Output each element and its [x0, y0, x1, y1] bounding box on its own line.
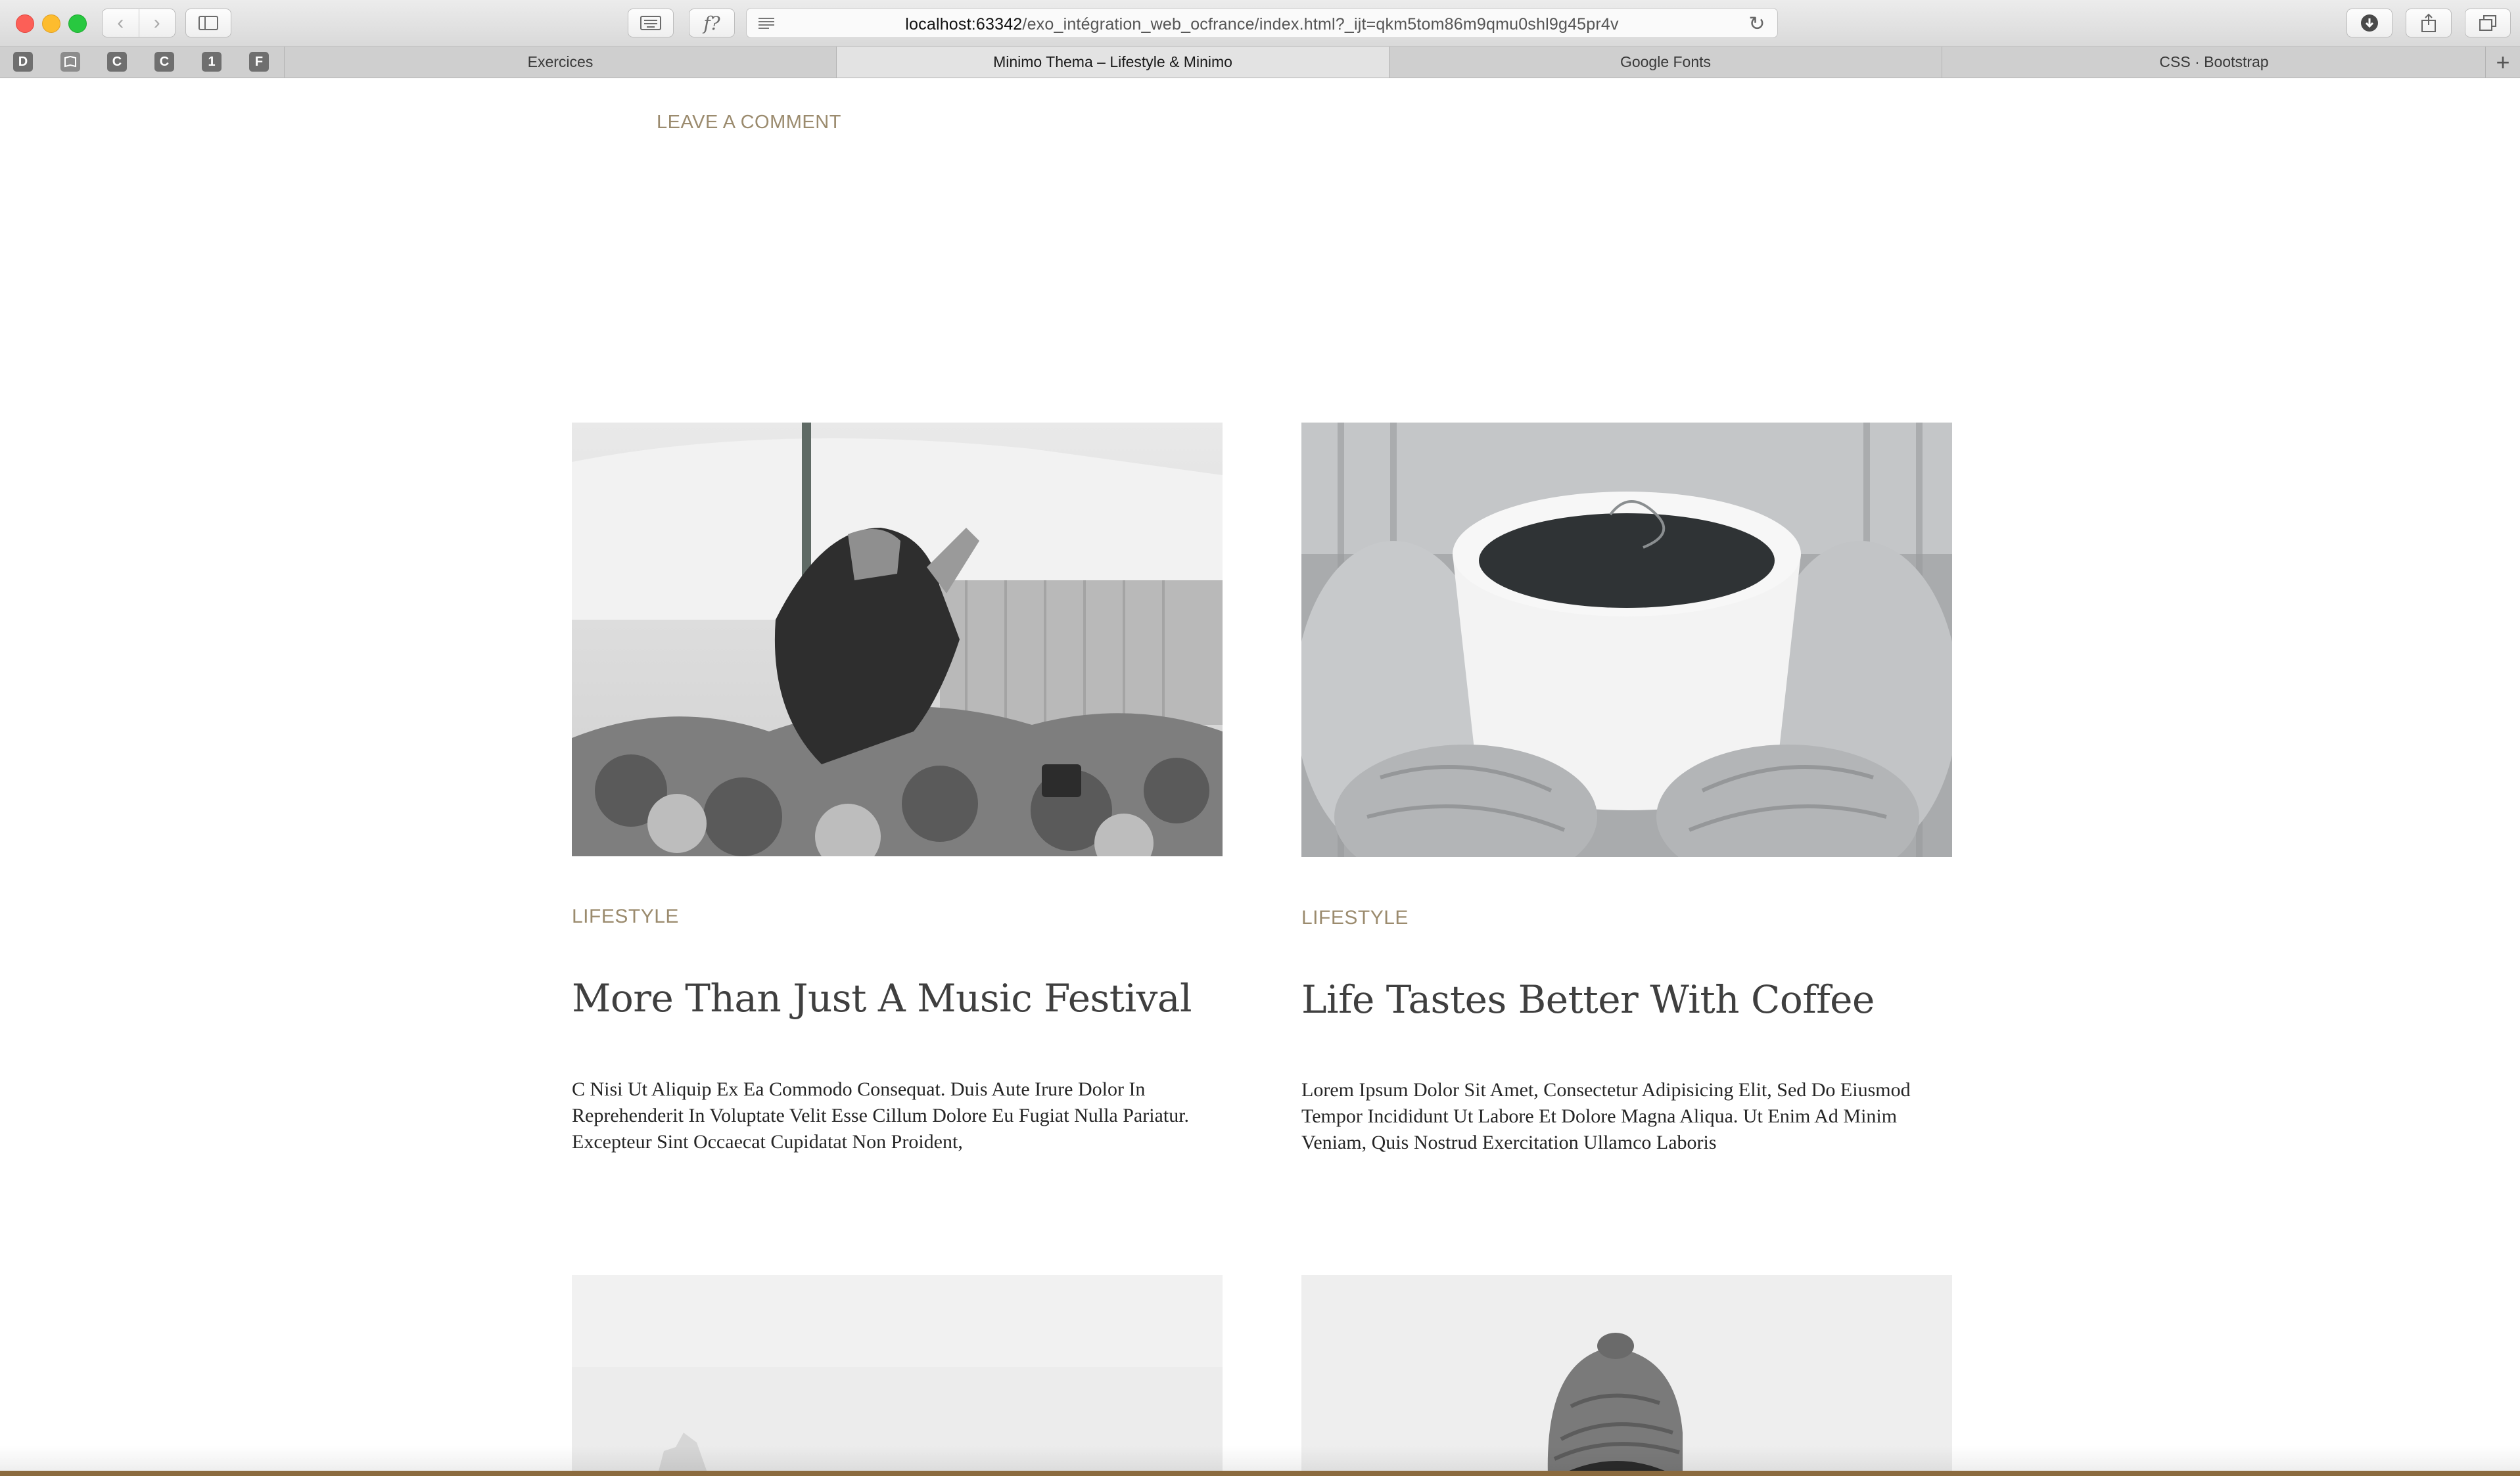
font-icon: f?: [703, 12, 720, 34]
post-2-image[interactable]: [1301, 423, 1952, 857]
book-icon: [64, 56, 76, 68]
back-icon[interactable]: ‹: [103, 9, 139, 37]
post-2-category[interactable]: LIFESTYLE: [1301, 907, 1409, 929]
close-window-button[interactable]: [16, 14, 34, 33]
post-1-category[interactable]: LIFESTYLE: [572, 906, 679, 928]
tab-minimo-thema[interactable]: Minimo Thema – Lifestyle & Minimo: [836, 47, 1389, 78]
keyboard-extension-button[interactable]: [628, 9, 674, 37]
tab-google-fonts[interactable]: Google Fonts: [1389, 47, 1942, 78]
share-button[interactable]: [2406, 9, 2452, 37]
history-navigation: ‹ ›: [102, 9, 175, 37]
pinned-tab-f[interactable]: F: [249, 52, 269, 72]
share-icon: [2421, 13, 2436, 32]
url-text: localhost:63342/exo_intégration_web_ocfr…: [747, 15, 1777, 34]
post-2-title[interactable]: Life Tastes Better With Coffee: [1301, 977, 1875, 1022]
url-host: localhost:63342: [905, 15, 1023, 34]
sidebar-icon: [198, 16, 218, 30]
keyboard-icon: [640, 16, 661, 30]
forward-icon[interactable]: ›: [139, 9, 175, 37]
post-1-excerpt: C Nisi Ut Aliquip Ex Ea Commodo Consequa…: [572, 1078, 1190, 1153]
tab-exercices[interactable]: Exercices: [284, 47, 836, 78]
pinned-tab-book[interactable]: [60, 52, 80, 72]
pinned-tab-d[interactable]: D: [13, 52, 33, 72]
coffee-photo: [1301, 423, 1952, 857]
leave-comment-link[interactable]: LEAVE A COMMENT: [657, 112, 841, 133]
post-1-image[interactable]: [572, 423, 1223, 856]
post-2-excerpt: Lorem Ipsum Dolor Sit Amet, Consectetur …: [1301, 1079, 1911, 1153]
tabs-icon: [2479, 15, 2496, 31]
pinned-tab-c1[interactable]: C: [107, 52, 127, 72]
festival-photo: [572, 423, 1223, 856]
new-tab-button[interactable]: +: [2485, 47, 2520, 78]
sidebar-toggle-button[interactable]: [185, 9, 231, 37]
browser-toolbar: ‹ › f? localhost:63342/exo_intégration_w…: [0, 0, 2520, 47]
font-finder-button[interactable]: f?: [689, 9, 735, 37]
address-bar[interactable]: localhost:63342/exo_intégration_web_ocfr…: [746, 8, 1778, 38]
pinned-tab-1[interactable]: 1: [202, 52, 222, 72]
url-path: /exo_intégration_web_ocfrance/index.html…: [1022, 15, 1619, 34]
reload-icon[interactable]: ↻: [1746, 12, 1768, 35]
tab-css-bootstrap[interactable]: CSS · Bootstrap: [1942, 47, 2486, 78]
post-1-title[interactable]: More Than Just A Music Festival: [572, 976, 1192, 1021]
window-bottom-edge: [0, 1471, 2520, 1476]
zoom-window-button[interactable]: [68, 14, 87, 33]
tab-overview-button[interactable]: [2465, 9, 2511, 37]
pinned-tab-c2[interactable]: C: [154, 52, 174, 72]
downloads-button[interactable]: [2346, 9, 2392, 37]
tab-bar: D C C 1 F Exercices Minimo Thema – Lifes…: [0, 47, 2520, 78]
download-icon: [2361, 14, 2378, 32]
minimize-window-button[interactable]: [42, 14, 60, 33]
